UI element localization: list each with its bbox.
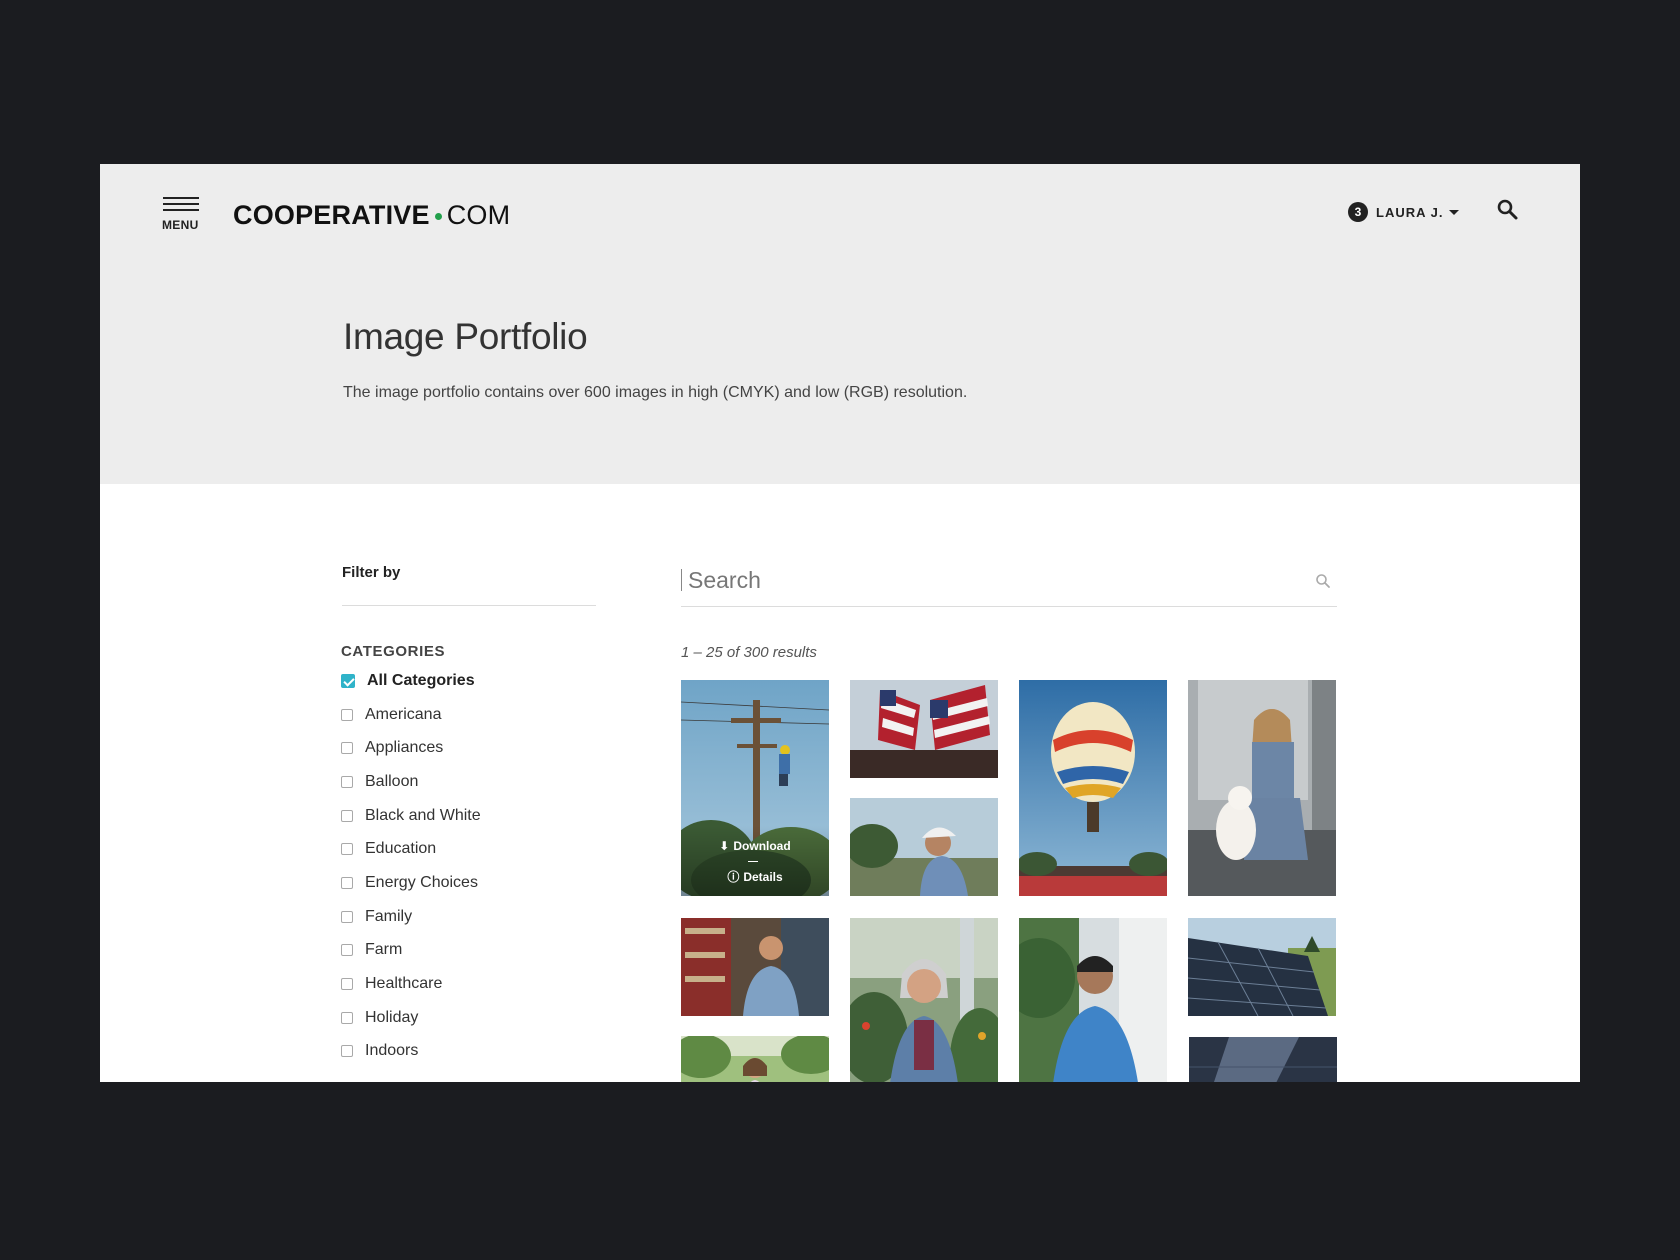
category-list: All Categories Americana Appliances Ball… <box>341 664 601 1068</box>
chevron-down-icon <box>1449 209 1460 215</box>
category-item-energy-choices[interactable]: Energy Choices <box>341 866 601 900</box>
results-count: 1 – 25 of 300 results <box>681 644 817 661</box>
photo-senior-woman <box>850 918 998 1082</box>
photo-solar-panel <box>1188 918 1336 1016</box>
checkbox[interactable] <box>341 876 353 889</box>
checkbox[interactable] <box>341 1045 353 1058</box>
image-tile-balloon[interactable] <box>1019 680 1167 896</box>
logo-text-secondary: COM <box>446 199 511 230</box>
category-item-black-and-white[interactable]: Black and White <box>341 799 601 833</box>
divider <box>342 605 596 606</box>
site-logo[interactable]: COOPERATIVE COM <box>233 198 510 232</box>
checkbox[interactable] <box>341 843 353 856</box>
checkbox-checked[interactable] <box>341 673 355 688</box>
photo-man-polo <box>1019 918 1167 1082</box>
details-label: Details <box>743 870 783 884</box>
category-item-family[interactable]: Family <box>341 900 601 934</box>
header-hero: MENU COOPERATIVE COM 3 LAURA J. Image Po… <box>100 164 1580 484</box>
image-tile-girl-puppy[interactable] <box>1188 680 1336 896</box>
category-label: Healthcare <box>365 975 443 993</box>
header-search-button[interactable] <box>1496 198 1520 222</box>
category-label: Black and White <box>365 806 481 824</box>
image-tile-senior-woman[interactable] <box>850 918 998 1082</box>
image-tile-flags[interactable] <box>850 680 998 778</box>
category-item-indoors[interactable]: Indoors <box>341 1035 601 1069</box>
photo-balloon <box>1019 680 1167 896</box>
category-item-appliances[interactable]: Appliances <box>341 731 601 765</box>
category-item-healthcare[interactable]: Healthcare <box>341 967 601 1001</box>
image-tile-woman-outdoors[interactable] <box>681 1036 829 1082</box>
search-icon <box>1497 199 1518 220</box>
category-item-farm[interactable]: Farm <box>341 934 601 968</box>
text-cursor <box>681 569 682 591</box>
user-name: LAURA J. <box>1376 204 1444 220</box>
category-label: Energy Choices <box>365 873 478 891</box>
hamburger-icon-bar <box>163 209 199 211</box>
user-menu[interactable]: 3 LAURA J. <box>1348 201 1460 223</box>
search-icon[interactable] <box>1315 573 1331 589</box>
info-icon: ⓘ <box>727 870 740 884</box>
checkbox[interactable] <box>341 944 353 957</box>
checkbox[interactable] <box>341 978 353 991</box>
logo-text-primary: COOPERATIVE <box>233 199 430 230</box>
category-item-holiday[interactable]: Holiday <box>341 1001 601 1035</box>
download-label: Download <box>733 839 791 853</box>
menu-button[interactable]: MENU <box>162 197 202 237</box>
category-item-education[interactable]: Education <box>341 832 601 866</box>
categories-heading: CATEGORIES <box>341 643 446 660</box>
image-tile-man-polo[interactable] <box>1019 918 1167 1082</box>
photo-workshop <box>681 918 829 1016</box>
checkbox[interactable] <box>341 742 353 755</box>
category-label: Balloon <box>365 772 419 790</box>
category-label: Americana <box>365 705 442 723</box>
search-bar <box>681 564 1337 607</box>
category-item-balloon[interactable]: Balloon <box>341 765 601 799</box>
photo-solar-closeup <box>1189 1037 1337 1082</box>
category-item-americana[interactable]: Americana <box>341 698 601 732</box>
photo-girl-puppy <box>1188 680 1336 896</box>
category-label: Appliances <box>365 739 444 757</box>
app-window: MENU COOPERATIVE COM 3 LAURA J. Image Po… <box>100 164 1580 1082</box>
page-title: Image Portfolio <box>343 316 588 357</box>
photo-flags <box>850 680 998 778</box>
filter-heading: Filter by <box>342 564 401 581</box>
photo-woman-outdoors <box>681 1036 829 1082</box>
notification-badge: 3 <box>1348 202 1368 222</box>
image-tile-workshop[interactable] <box>681 918 829 1016</box>
photo-hardhat-worker <box>850 798 998 896</box>
divider <box>748 861 758 862</box>
page-description: The image portfolio contains over 600 im… <box>343 384 968 401</box>
checkbox[interactable] <box>341 910 353 923</box>
category-label: All Categories <box>367 671 475 689</box>
details-button[interactable]: ⓘ Details <box>681 868 829 885</box>
logo-dot-icon <box>434 212 442 220</box>
checkbox[interactable] <box>341 708 353 721</box>
download-button[interactable]: ⬇ Download <box>681 839 829 853</box>
checkbox[interactable] <box>341 775 353 788</box>
category-item-all-categories[interactable]: All Categories <box>341 664 601 698</box>
download-icon: ⬇ <box>719 839 730 853</box>
checkbox[interactable] <box>341 1011 353 1024</box>
checkbox[interactable] <box>341 809 353 822</box>
hamburger-icon <box>163 197 199 199</box>
category-label: Education <box>365 840 437 858</box>
image-tile-lineman[interactable]: ⬇ Download ⓘ Details <box>681 680 829 896</box>
image-tile-solar-panel[interactable] <box>1188 918 1336 1016</box>
image-tile-hardhat-worker[interactable] <box>850 798 998 896</box>
category-label: Farm <box>365 941 403 959</box>
menu-label: MENU <box>162 218 199 232</box>
category-label: Family <box>365 907 413 925</box>
hamburger-icon-bar <box>163 203 199 205</box>
search-input[interactable] <box>688 564 1278 596</box>
image-tile-solar-closeup[interactable] <box>1189 1037 1337 1082</box>
category-label: Indoors <box>365 1042 419 1060</box>
category-label: Holiday <box>365 1008 419 1026</box>
